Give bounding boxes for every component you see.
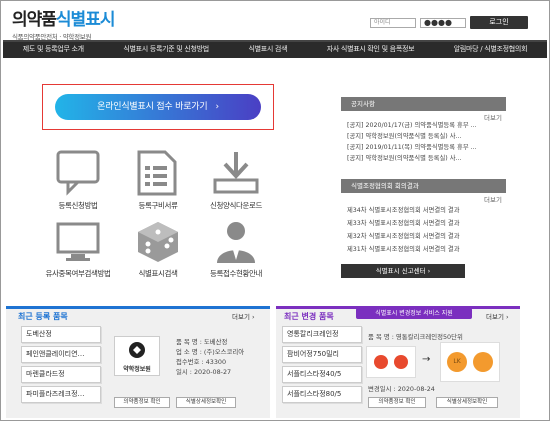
recent-change-title: 최근 변경 품목 <box>284 312 334 321</box>
list-item[interactable]: 영통칼리크레인정 <box>282 326 362 343</box>
list-item[interactable]: 서플티스타정40/5 <box>282 366 362 383</box>
recent-registration-box: 최근 등록 품목 더보기 › 도베산정 페인앤클레이티연… 마렌클라드정 파미플… <box>6 306 270 418</box>
user-guide-icon <box>217 222 255 263</box>
recent-change-list: 영통칼리크레인정 팜비어정750밀리 서플티스타정40/5 서플티스타정80/5 <box>282 326 362 406</box>
document-form-icon <box>137 150 177 196</box>
detail-date: 일시 : 2020-08-27 <box>176 368 232 376</box>
icon-tile-status[interactable]: 등록접수현황안내 <box>196 220 276 279</box>
icon-tile-registration[interactable]: 등록신청방법 <box>38 150 118 211</box>
dice-icon <box>138 222 178 262</box>
login-button[interactable]: 로그인 <box>470 16 528 29</box>
council-panel: 식별조정협의회 회의결과 더보기 제34차 식별표시조정협의회 서면결의 결과 … <box>341 179 506 256</box>
online-submit-button[interactable]: 온라인식별표시 접수 바로가기 › <box>55 94 261 120</box>
notice-item[interactable]: [공지] 2020/01/17(금) 의약품식별등록 휴무 ... <box>341 120 506 131</box>
pill-before-icon <box>374 355 408 369</box>
council-item[interactable]: 제32차 식별표시조정협의회 서면결의 결과 <box>341 230 506 243</box>
pill-imprint-text: LK <box>453 358 461 365</box>
pill-before-image <box>366 346 416 378</box>
seal-image: 약학정보원 <box>114 336 160 376</box>
logo-accent-text: 식별표시 <box>55 10 116 30</box>
drug-info-button[interactable]: 의약품정보 확인 <box>368 397 426 408</box>
login-id-input[interactable]: 아이디 <box>370 18 416 28</box>
logo-main-text: 의약품 <box>12 10 57 30</box>
council-item[interactable]: 제33차 식별표시조정협의회 서면결의 결과 <box>341 217 506 230</box>
nav-item-company[interactable]: 자사 식별표시 확인 및 음폭정보 <box>307 42 434 58</box>
list-item[interactable]: 도베산정 <box>21 326 101 343</box>
recent-registration-title: 최근 등록 품목 <box>18 312 68 321</box>
detail-company-name: 업 소 명 : (주)오스코리아 <box>176 348 245 356</box>
notice-more-link[interactable]: 더보기 <box>484 112 502 122</box>
speech-bubble-icon <box>56 150 100 196</box>
detail-receipt-number: 접수번호 : 43300 <box>176 358 227 366</box>
notice-item[interactable]: [공지] 약학정보원(의약품식별 등록실) 사... <box>341 131 506 142</box>
council-item[interactable]: 제31차 식별표시조정협의회 서면결의 결과 <box>341 243 506 256</box>
notice-title: 공지사항 <box>341 97 506 111</box>
report-center-button[interactable]: 식별표시 신고센터 › <box>341 264 465 278</box>
cta-highlight-box: 온라인식별표시 접수 바로가기 › <box>42 84 274 130</box>
recent-change-more-link[interactable]: 더보기 › <box>486 311 509 321</box>
online-submit-label: 온라인식별표시 접수 바로가기 <box>97 102 208 112</box>
icon-label: 등록접수현황안내 <box>210 269 262 278</box>
notice-item[interactable]: [공지] 약학정보원(의약품식별 등록실) 사... <box>341 153 506 164</box>
list-item[interactable]: 서플티스타정80/5 <box>282 386 362 403</box>
change-service-badge[interactable]: 식별표시 변경정보 서비스 지원 <box>356 308 472 319</box>
monitor-icon <box>56 222 100 261</box>
icon-tile-similarity[interactable]: 유사중복여부검색방법 <box>38 222 118 279</box>
icon-label: 등록신청방법 <box>58 201 98 210</box>
nav-item-criteria[interactable]: 식별표시 등록기준 및 신청방법 <box>104 42 229 58</box>
drug-info-button[interactable]: 의약품정보 확인 <box>114 397 170 408</box>
arrow-right-icon: → <box>422 354 431 365</box>
notice-item[interactable]: [공지] 2019/01/11(목) 의약품식별등록 휴무 ... <box>341 142 506 153</box>
icon-label: 유사중복여부검색방법 <box>45 269 111 278</box>
list-item[interactable]: 파미플라즈레크정… <box>21 386 101 403</box>
section-accent-bar <box>6 306 270 309</box>
change-date: 변경일시 : 2020-08-24 <box>368 385 435 393</box>
icon-tile-download[interactable]: 신청양식다운로드 <box>196 150 276 211</box>
change-product-name: 품 목 명 : 영통칼리크레인정50단위 <box>368 333 463 341</box>
identification-detail-button[interactable]: 식별상세정보확인 <box>176 397 236 408</box>
icon-tile-search[interactable]: 식별표시검색 <box>118 220 198 279</box>
recent-registration-list: 도베산정 페인앤클레이티연… 마렌클라드정 파미플라즈레크정… <box>21 326 101 406</box>
icon-label: 신청양식다운로드 <box>210 201 262 210</box>
council-item[interactable]: 제34차 식별표시조정협의회 서면결의 결과 <box>341 204 506 217</box>
chevron-right-icon: › <box>215 102 219 112</box>
identification-detail-button[interactable]: 식별상세정보확인 <box>436 397 498 408</box>
login-password-input[interactable]: ●●●● <box>420 18 466 28</box>
notice-panel: 공지사항 더보기 [공지] 2020/01/17(금) 의약품식별등록 휴무 .… <box>341 97 506 164</box>
seal-text: 약학정보원 <box>123 366 151 373</box>
pill-after-image: LK <box>440 342 500 382</box>
icon-label: 식별표시검색 <box>138 269 178 278</box>
list-item[interactable]: 페인앤클레이티연… <box>21 346 101 363</box>
nav-item-notice[interactable]: 알림마당 / 식별조정협의회 <box>434 42 547 58</box>
detail-product-name: 품 목 명 : 도베산정 <box>176 338 228 346</box>
recent-change-box: 최근 변경 품목 식별표시 변경정보 서비스 지원 더보기 › 영통칼리크레인정… <box>276 306 520 418</box>
main-nav: 제도 및 등록업무 소개 식별표시 등록기준 및 신청방법 식별표시 검색 자사… <box>3 40 547 58</box>
icon-tile-documents[interactable]: 등록구비서류 <box>118 150 198 211</box>
site-logo[interactable]: 의약품식별표시 식품의약품안전처 · 약학정보원 <box>12 5 116 41</box>
council-title: 식별조정협의회 회의결과 <box>341 179 506 193</box>
recent-registration-more-link[interactable]: 더보기 › <box>232 311 255 321</box>
list-item[interactable]: 팜비어정750밀리 <box>282 346 362 363</box>
download-icon <box>213 152 259 194</box>
icon-label: 등록구비서류 <box>138 201 178 210</box>
council-more-link[interactable]: 더보기 <box>484 194 502 204</box>
list-item[interactable]: 마렌클라드정 <box>21 366 101 383</box>
nav-item-intro[interactable]: 제도 및 등록업무 소개 <box>3 42 104 58</box>
nav-item-search[interactable]: 식별표시 검색 <box>229 42 307 58</box>
